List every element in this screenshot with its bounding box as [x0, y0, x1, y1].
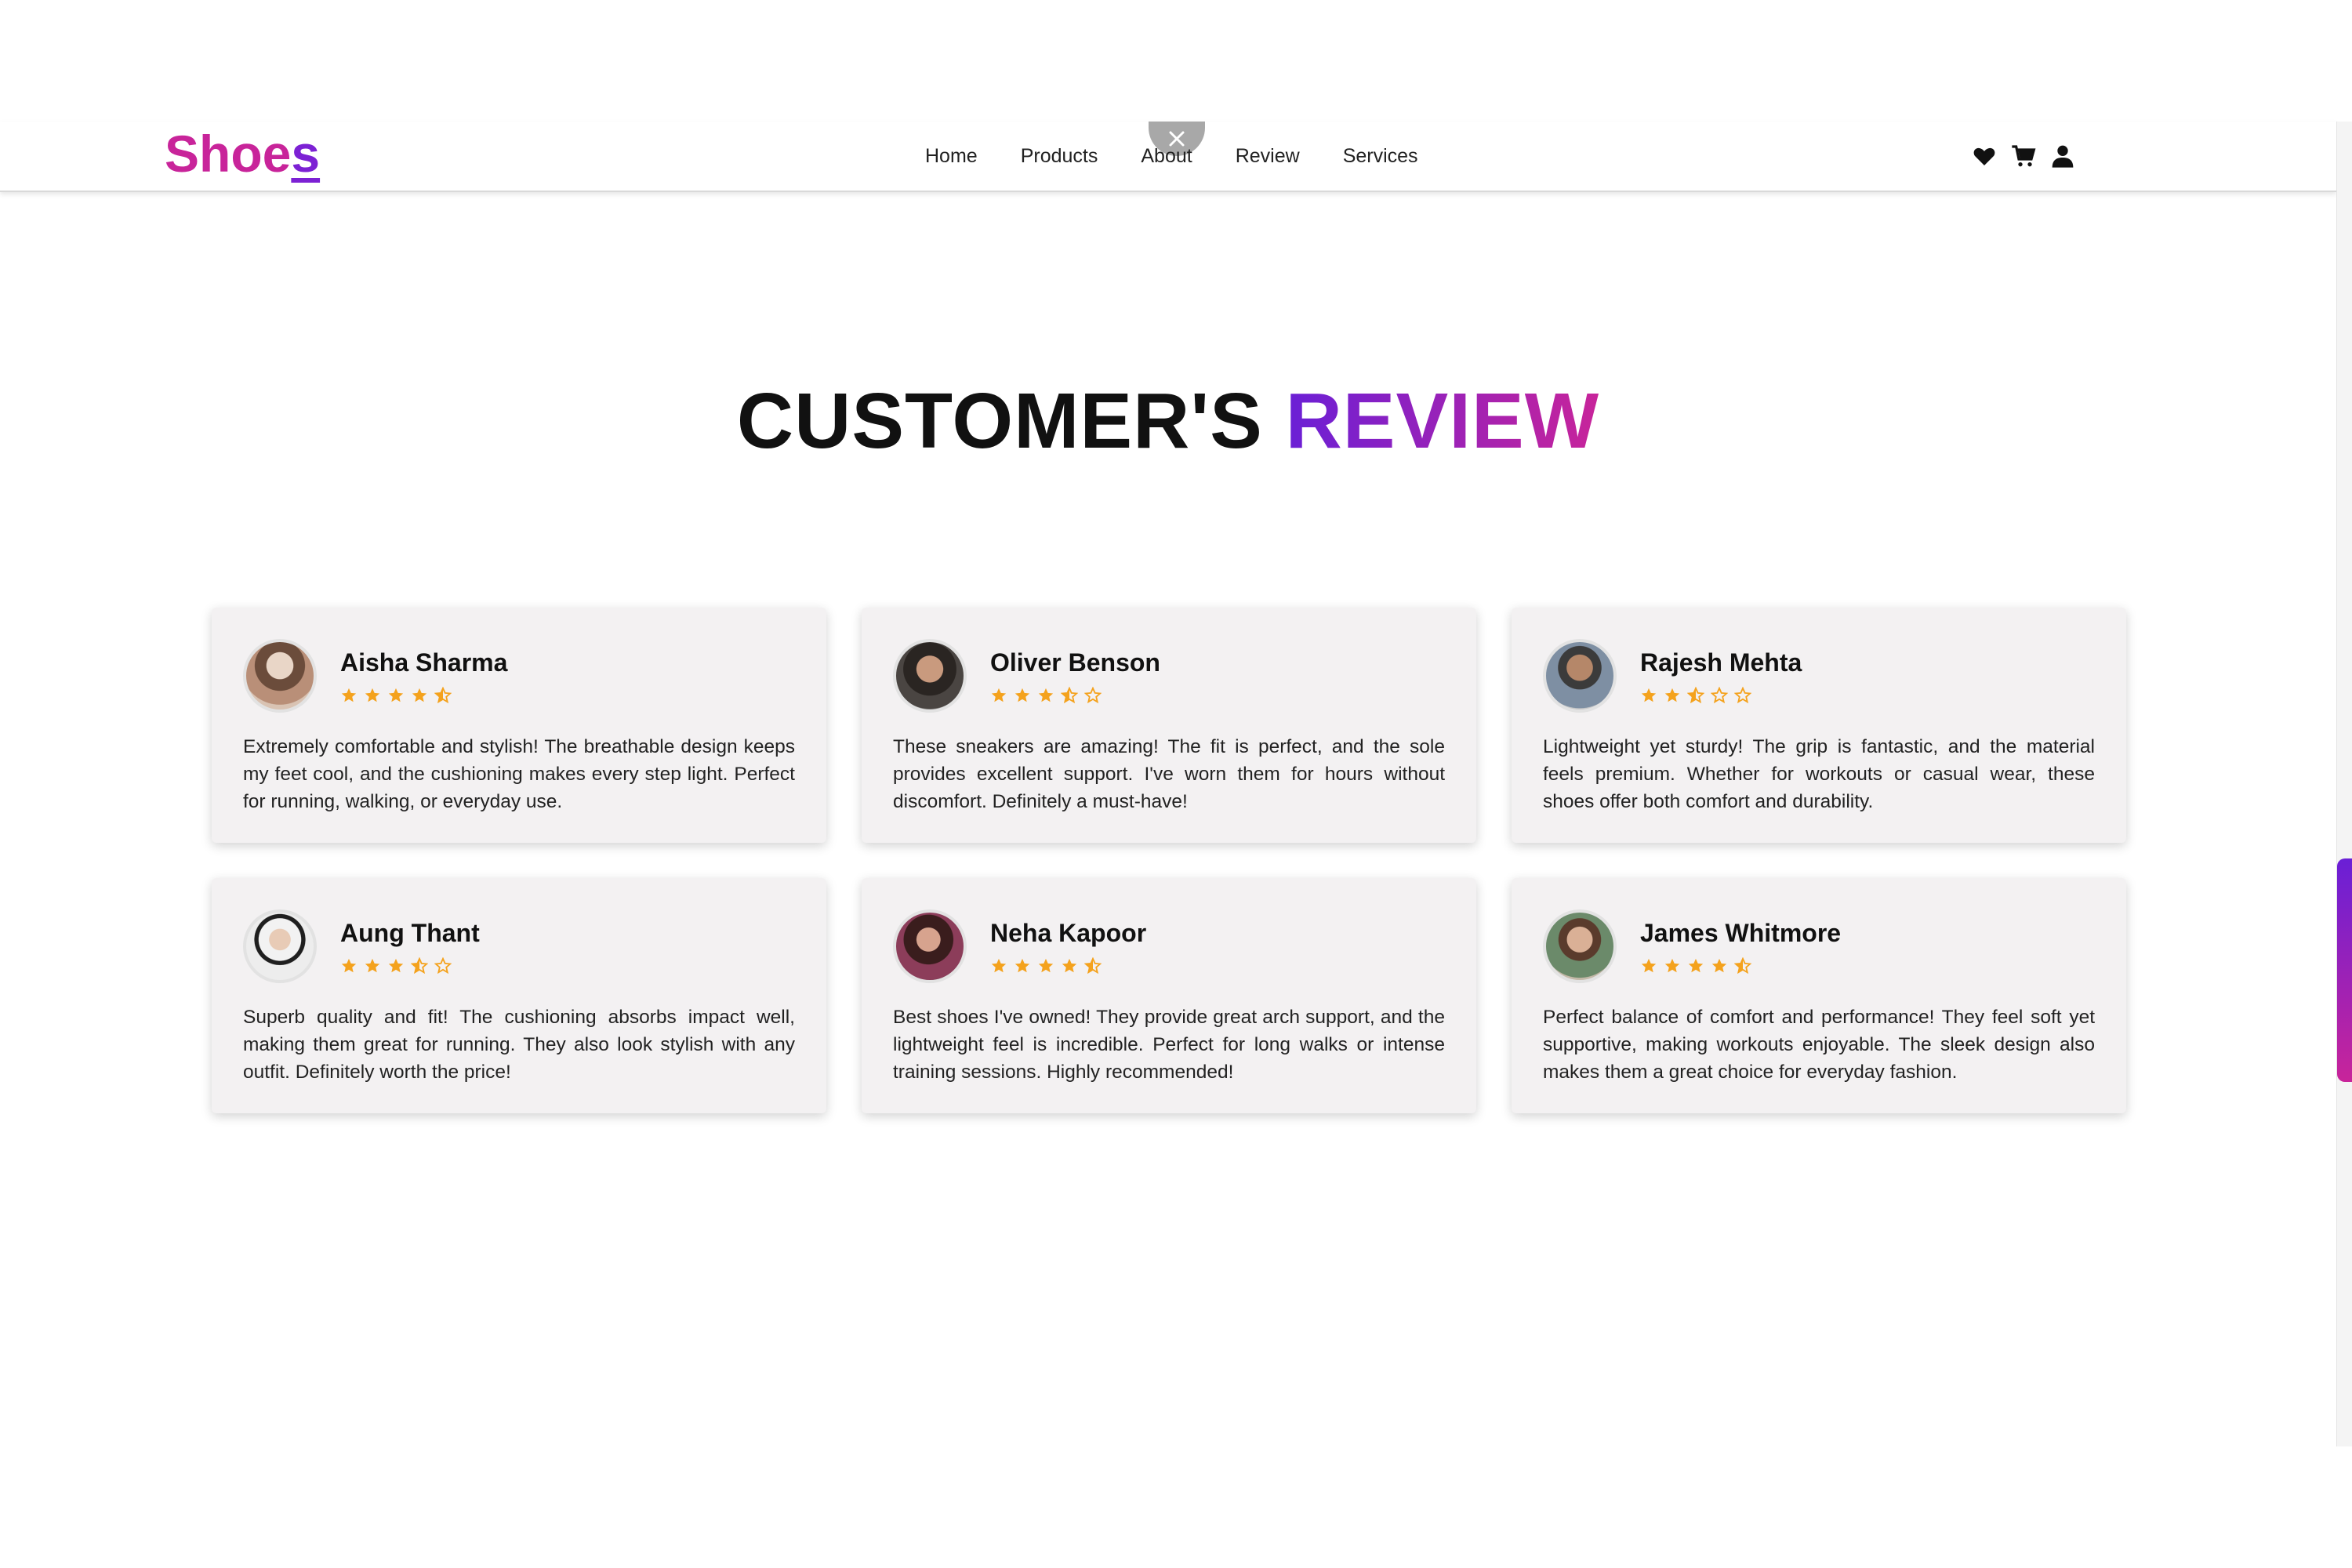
review-card: James Whitmore Perfect balance of comfor… — [1512, 878, 2126, 1113]
section-title: CUSTOMER'S REVIEW — [0, 376, 2336, 466]
review-card: Aisha Sharma Extremely comfortable and s… — [212, 608, 826, 843]
star-half-icon — [434, 686, 452, 704]
nav-review[interactable]: Review — [1236, 145, 1300, 168]
review-text: Lightweight yet sturdy! The grip is fant… — [1543, 736, 2095, 812]
avatar — [893, 639, 967, 713]
scrollbar-thumb[interactable] — [2337, 858, 2352, 1082]
star-full-icon — [1711, 957, 1728, 975]
review-text: Superb quality and fit! The cushioning a… — [243, 1007, 795, 1083]
main-nav: Home Products About Review Services — [925, 145, 1461, 168]
nav-home[interactable]: Home — [925, 145, 978, 168]
star-full-icon — [364, 957, 381, 975]
star-half-icon — [410, 956, 429, 975]
star-empty-icon — [1733, 686, 1752, 704]
reviews-grid: Aisha Sharma Extremely comfortable and s… — [212, 608, 2126, 1113]
star-full-icon — [340, 687, 358, 704]
nav-about[interactable]: About — [1141, 145, 1192, 168]
star-full-icon — [1664, 957, 1681, 975]
rating-stars — [340, 686, 507, 704]
star-full-icon — [1687, 957, 1704, 975]
star-full-icon — [990, 687, 1007, 704]
rating-stars — [1640, 956, 1841, 975]
avatar — [243, 909, 317, 983]
review-text: Best shoes I've owned! They provide grea… — [893, 1007, 1445, 1083]
avatar — [243, 639, 317, 713]
star-full-icon — [364, 687, 381, 704]
star-full-icon — [1640, 957, 1657, 975]
star-full-icon — [340, 957, 358, 975]
nav-products[interactable]: Products — [1021, 145, 1098, 168]
star-full-icon — [1037, 687, 1054, 704]
reviewer-name: Aisha Sharma — [340, 648, 508, 677]
avatar — [1543, 909, 1617, 983]
nav-services[interactable]: Services — [1343, 145, 1418, 168]
avatar — [1543, 639, 1617, 713]
reviewer-name: Neha Kapoor — [990, 919, 1147, 947]
reviewer-name: Aung Thant — [340, 919, 480, 947]
star-empty-icon — [1710, 686, 1729, 704]
star-full-icon — [387, 687, 405, 704]
star-full-icon — [411, 687, 428, 704]
star-full-icon — [1061, 957, 1078, 975]
star-full-icon — [1014, 687, 1031, 704]
star-empty-icon — [1083, 686, 1102, 704]
star-full-icon — [990, 957, 1007, 975]
star-half-icon — [1060, 686, 1079, 704]
review-text: These sneakers are amazing! The fit is p… — [893, 736, 1445, 812]
star-half-icon — [1083, 956, 1102, 975]
star-empty-icon — [434, 956, 452, 975]
title-accent: REVIEW — [1285, 377, 1600, 465]
review-card: Neha Kapoor Best shoes I've owned! They … — [862, 878, 1476, 1113]
heart-icon[interactable] — [1972, 143, 1997, 169]
reviewer-name: Oliver Benson — [990, 648, 1160, 677]
review-text: Perfect balance of comfort and performan… — [1543, 1007, 2095, 1083]
star-full-icon — [1037, 957, 1054, 975]
title-plain: CUSTOMER'S — [736, 377, 1263, 465]
user-icon[interactable] — [2050, 143, 2075, 169]
rating-stars — [1640, 686, 1802, 704]
avatar — [893, 909, 967, 983]
star-half-icon — [1686, 686, 1705, 704]
rating-stars — [990, 686, 1160, 704]
reviewer-name: James Whitmore — [1640, 919, 1842, 947]
logo-text-accent: s — [291, 125, 321, 183]
scrollbar-track[interactable] — [2336, 122, 2352, 1446]
header-icons — [1972, 143, 2075, 169]
review-card: Rajesh Mehta Lightweight yet sturdy! The… — [1512, 608, 2126, 843]
cart-icon[interactable] — [2011, 143, 2036, 169]
reviewer-name: Rajesh Mehta — [1640, 648, 1802, 677]
site-header: Shoes Home Products About Review Service… — [0, 122, 2336, 192]
logo-text: Shoe — [165, 125, 292, 183]
star-half-icon — [1733, 956, 1752, 975]
star-full-icon — [387, 957, 405, 975]
review-card: Oliver Benson These sneakers are amazing… — [862, 608, 1476, 843]
site-logo[interactable]: Shoes — [165, 128, 320, 180]
star-full-icon — [1664, 687, 1681, 704]
rating-stars — [340, 956, 480, 975]
review-text: Extremely comfortable and stylish! The b… — [243, 736, 795, 812]
rating-stars — [990, 956, 1146, 975]
star-full-icon — [1014, 957, 1031, 975]
star-full-icon — [1640, 687, 1657, 704]
review-card: Aung Thant Superb quality and fit! The c… — [212, 878, 826, 1113]
